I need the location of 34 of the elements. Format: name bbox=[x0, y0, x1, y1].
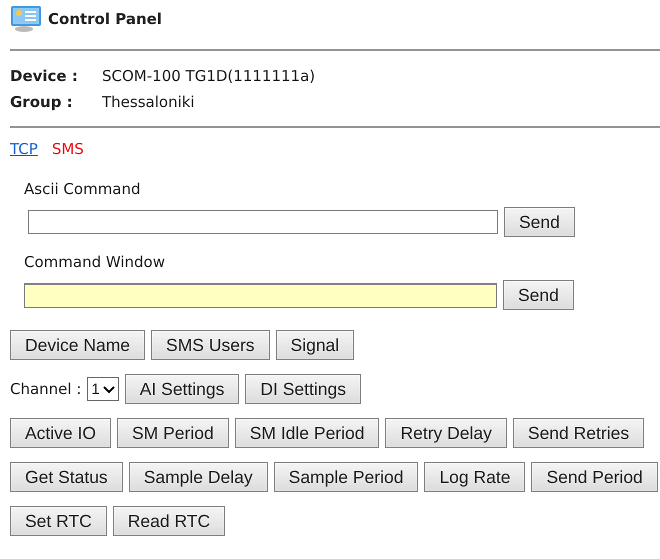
field-label: Group : bbox=[10, 93, 74, 111]
command-button[interactable]: Send Period bbox=[531, 462, 658, 492]
command-button[interactable]: Send Retries bbox=[512, 418, 644, 448]
page-title: Control Panel bbox=[48, 10, 162, 28]
command-button[interactable]: SM Period bbox=[117, 418, 229, 448]
command-button[interactable]: AI Settings bbox=[124, 374, 240, 404]
command-button[interactable]: Signal bbox=[276, 330, 354, 360]
send-button[interactable]: Send bbox=[503, 280, 574, 310]
command-button[interactable]: SMS Users bbox=[151, 330, 270, 360]
command-button[interactable]: Sample Period bbox=[274, 462, 418, 492]
command-button[interactable]: Device Name bbox=[10, 330, 146, 360]
send-button[interactable]: Send bbox=[504, 207, 575, 237]
field-value: SCOM-100 TG1D(1111111a) bbox=[102, 67, 316, 85]
command-button[interactable]: Set RTC bbox=[10, 506, 107, 536]
field-value: Thessaloniki bbox=[102, 93, 196, 111]
caret-icon bbox=[102, 386, 115, 394]
input-field[interactable] bbox=[28, 210, 498, 234]
field-label: Command Window bbox=[24, 253, 166, 271]
field-label: Ascii Command bbox=[24, 180, 142, 198]
command-button[interactable]: DI Settings bbox=[245, 374, 361, 404]
control-panel-icon bbox=[10, 5, 42, 33]
command-button[interactable]: Log Rate bbox=[424, 462, 526, 492]
command-button[interactable]: Get Status bbox=[10, 462, 123, 492]
channel-select[interactable]: 1 bbox=[87, 377, 119, 401]
command-button[interactable]: SM Idle Period bbox=[234, 418, 380, 448]
tab[interactable]: SMS bbox=[52, 140, 84, 158]
tab[interactable]: TCP bbox=[10, 140, 38, 158]
input-field[interactable] bbox=[24, 282, 497, 308]
command-button[interactable]: Active IO bbox=[10, 418, 111, 448]
field-label: Device : bbox=[10, 67, 79, 85]
command-button[interactable]: Retry Delay bbox=[385, 418, 507, 448]
field-label: Channel : bbox=[10, 380, 82, 398]
command-button[interactable]: Sample Delay bbox=[128, 462, 268, 492]
command-button[interactable]: Read RTC bbox=[112, 506, 226, 536]
